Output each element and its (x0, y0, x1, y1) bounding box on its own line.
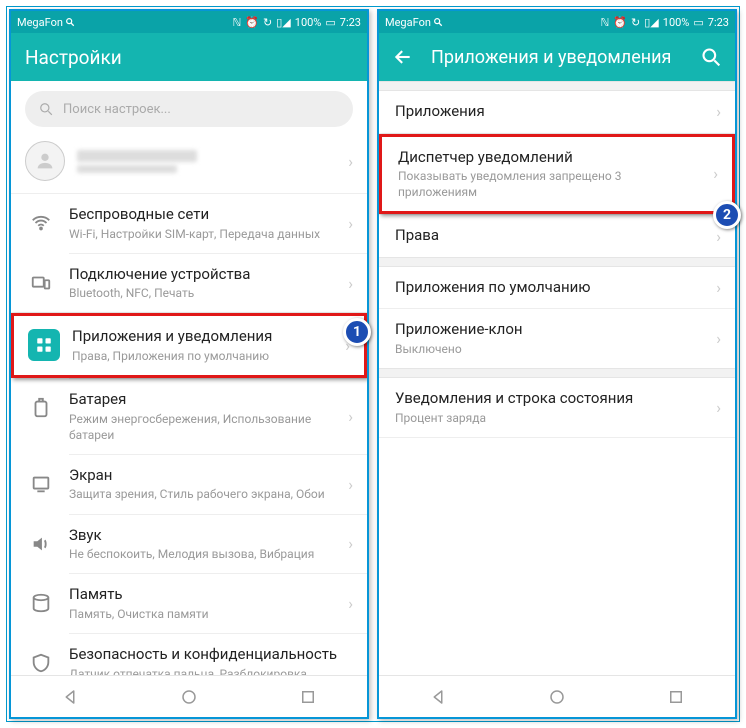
settings-list: Беспроводные сетиWi-Fi, Настройки SIM-ка… (11, 194, 367, 675)
chevron-right-icon: › (348, 534, 353, 553)
item-sound[interactable]: ЗвукНе беспокоить, Мелодия вызова, Вибра… (11, 515, 367, 574)
phone-right: 2 MegaFon ℕ⏰↻▯◢100%▭7:23 Приложения и ув… (377, 9, 737, 719)
callout-badge-2: 2 (713, 201, 741, 229)
nav-bar (379, 675, 735, 717)
apps-icon (28, 329, 60, 361)
item-storage[interactable]: ПамятьПамять, Очистка памяти › (11, 574, 367, 633)
item-device-connection[interactable]: Подключение устройстваBluetooth, NFC, Пе… (11, 254, 367, 313)
nav-back-icon[interactable] (61, 688, 79, 706)
search-mini-icon (65, 17, 75, 27)
signal-icon: ▯◢ (276, 16, 291, 29)
header: Приложения и уведомления (379, 33, 735, 81)
search-button[interactable] (701, 47, 721, 67)
nav-home-icon[interactable] (180, 688, 198, 706)
battery-icon: ▭ (325, 16, 335, 29)
nav-recent-icon[interactable] (299, 688, 317, 706)
status-bar: MegaFon ℕ⏰↻▯◢100%▭7:23 (379, 11, 735, 33)
sync-icon: ↻ (263, 16, 272, 29)
item-default-apps[interactable]: Приложения по умолчанию › (379, 267, 735, 309)
account-row[interactable]: › (11, 137, 367, 194)
item-app-clone[interactable]: Приложение-клонВыключено › (379, 309, 735, 368)
item-battery[interactable]: БатареяРежим энергосбережения, Использов… (11, 379, 367, 454)
callout-badge-1: 1 (343, 318, 371, 346)
item-apps-notifications[interactable]: Приложения и уведомленияПрава, Приложени… (11, 313, 367, 378)
item-apps[interactable]: Приложения › (379, 91, 735, 133)
item-display[interactable]: ЭкранЗащита зрения, Стиль рабочего экран… (11, 455, 367, 514)
chevron-right-icon: › (716, 102, 721, 121)
search-input[interactable]: Поиск настроек... (25, 91, 353, 127)
chevron-right-icon: › (348, 475, 353, 494)
apps-list: Приложения › Диспетчер уведомленийПоказы… (379, 81, 735, 675)
avatar (25, 141, 65, 181)
sound-icon (25, 528, 57, 560)
item-notification-manager[interactable]: Диспетчер уведомленийПоказывать уведомле… (379, 134, 735, 215)
item-notifications-statusbar[interactable]: Уведомления и строка состоянияПроцент за… (379, 378, 735, 437)
status-bar: MegaFon ℕ⏰↻▯◢100%▭7:23 (11, 11, 367, 33)
devices-icon (25, 267, 57, 299)
search-row: Поиск настроек... (11, 81, 367, 137)
nav-recent-icon[interactable] (667, 688, 685, 706)
nav-home-icon[interactable] (548, 688, 566, 706)
chevron-right-icon: › (716, 398, 721, 417)
item-security[interactable]: Безопасность и конфиденциальностьДатчик … (11, 634, 367, 675)
display-icon (25, 468, 57, 500)
chevron-right-icon: › (716, 278, 721, 297)
chevron-right-icon: › (716, 329, 721, 348)
shield-icon (25, 647, 57, 675)
nav-back-icon[interactable] (429, 688, 447, 706)
back-button[interactable] (393, 47, 413, 67)
search-icon (39, 102, 53, 116)
search-mini-icon (433, 17, 443, 27)
chevron-right-icon: › (348, 274, 353, 293)
chevron-right-icon: › (348, 152, 353, 171)
battery-icon (25, 392, 57, 424)
page-title: Настройки (25, 46, 353, 69)
chevron-right-icon: › (348, 594, 353, 613)
phone-left: 1 MegaFon ℕ⏰↻▯◢100%▭7:23 Настройки Поиск… (9, 9, 369, 719)
nfc-icon: ℕ (233, 16, 242, 29)
chevron-right-icon: › (716, 227, 721, 246)
item-permissions[interactable]: Права › (379, 215, 735, 257)
storage-icon (25, 587, 57, 619)
page-title: Приложения и уведомления (431, 47, 683, 68)
item-wireless[interactable]: Беспроводные сетиWi-Fi, Настройки SIM-ка… (11, 194, 367, 253)
chevron-right-icon: › (348, 407, 353, 426)
nav-bar (11, 675, 367, 717)
wifi-icon (25, 207, 57, 239)
chevron-right-icon: › (713, 164, 718, 183)
chevron-right-icon: › (348, 214, 353, 233)
header: Настройки (11, 33, 367, 81)
alarm-icon: ⏰ (245, 16, 259, 29)
